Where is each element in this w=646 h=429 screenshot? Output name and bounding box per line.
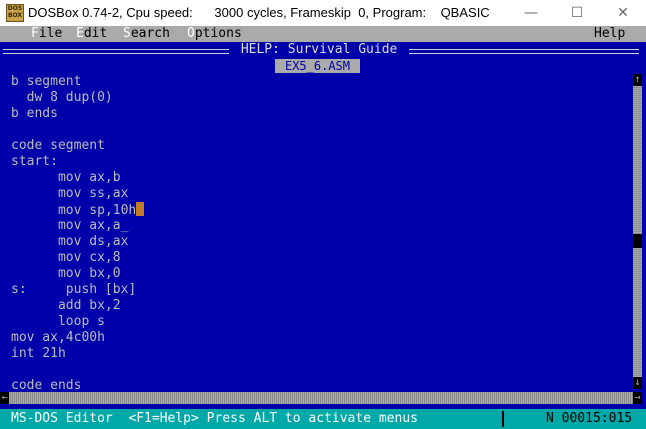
close-button[interactable]: ✕ — [600, 0, 646, 26]
code-line[interactable]: b segment — [11, 74, 144, 90]
code-line[interactable]: mov ax,a_ — [11, 218, 144, 234]
code-line[interactable]: mov cx,8 — [11, 250, 144, 266]
status-bar: MS-DOS Editor <F1=Help> Press ALT to act… — [0, 409, 646, 429]
code-line-text[interactable]: mov sp,10h — [11, 203, 136, 218]
horizontal-scrollbar[interactable] — [9, 392, 633, 404]
dos-screen: File Edit Search Options Help HELP: Surv… — [0, 26, 646, 429]
menu-options[interactable]: Options — [187, 26, 242, 42]
scroll-left-arrow-icon[interactable]: ← — [0, 392, 9, 404]
vertical-scrollbar[interactable] — [633, 74, 642, 389]
code-line[interactable]: s: push [bx] — [11, 282, 144, 298]
file-name-tab[interactable]: EX5_6.ASM — [275, 59, 360, 73]
window-title: DOSBox 0.74-2, Cpu speed: 3000 cycles, F… — [28, 5, 490, 20]
text-cursor — [136, 202, 145, 216]
dosbox-app-icon: DOS BOX — [6, 4, 24, 22]
code-line-current[interactable]: mov sp,10h — [11, 202, 145, 218]
code-editor[interactable]: b segment dw 8 dup(0) b ends code segmen… — [11, 74, 145, 394]
menu-help[interactable]: Help — [594, 26, 625, 42]
code-line[interactable]: mov ax,b — [11, 170, 144, 186]
menu-edit[interactable]: Edit — [76, 26, 107, 42]
code-line[interactable]: add bx,2 — [11, 298, 144, 314]
code-line[interactable]: code segment — [11, 138, 144, 154]
help-window-title: HELP: Survival Guide — [229, 42, 410, 57]
minimize-button[interactable]: — — [508, 0, 554, 26]
code-line[interactable]: mov ds,ax — [11, 234, 144, 250]
code-line[interactable]: int 21h — [11, 346, 144, 362]
window-titlebar[interactable]: DOS BOX DOSBox 0.74-2, Cpu speed: 3000 c… — [0, 0, 646, 27]
scroll-right-arrow-icon[interactable]: → — [633, 392, 642, 404]
menu-file[interactable]: File — [31, 26, 62, 42]
vertical-scroll-thumb[interactable] — [633, 234, 642, 248]
menu-search[interactable]: Search — [123, 26, 170, 42]
code-line[interactable] — [11, 362, 144, 378]
cursor-position: N 00015:015 — [546, 411, 633, 426]
code-line[interactable]: mov bx,0 — [11, 266, 144, 282]
code-line[interactable]: loop s — [11, 314, 144, 330]
status-message: MS-DOS Editor <F1=Help> Press ALT to act… — [11, 411, 418, 426]
code-line[interactable] — [11, 122, 144, 138]
code-line[interactable]: dw 8 dup(0) — [11, 90, 144, 106]
status-divider — [502, 411, 504, 427]
scroll-down-arrow-icon[interactable]: ↓ — [633, 377, 642, 389]
scroll-up-arrow-icon[interactable]: ↑ — [633, 74, 642, 86]
code-line[interactable]: mov ax,4c00h — [11, 330, 144, 346]
code-line[interactable]: b ends — [11, 106, 144, 122]
maximize-button[interactable]: ☐ — [554, 0, 600, 26]
menu-bar: File Edit Search Options Help — [0, 26, 646, 42]
code-line[interactable]: mov ss,ax — [11, 186, 144, 202]
code-line[interactable]: start: — [11, 154, 144, 170]
